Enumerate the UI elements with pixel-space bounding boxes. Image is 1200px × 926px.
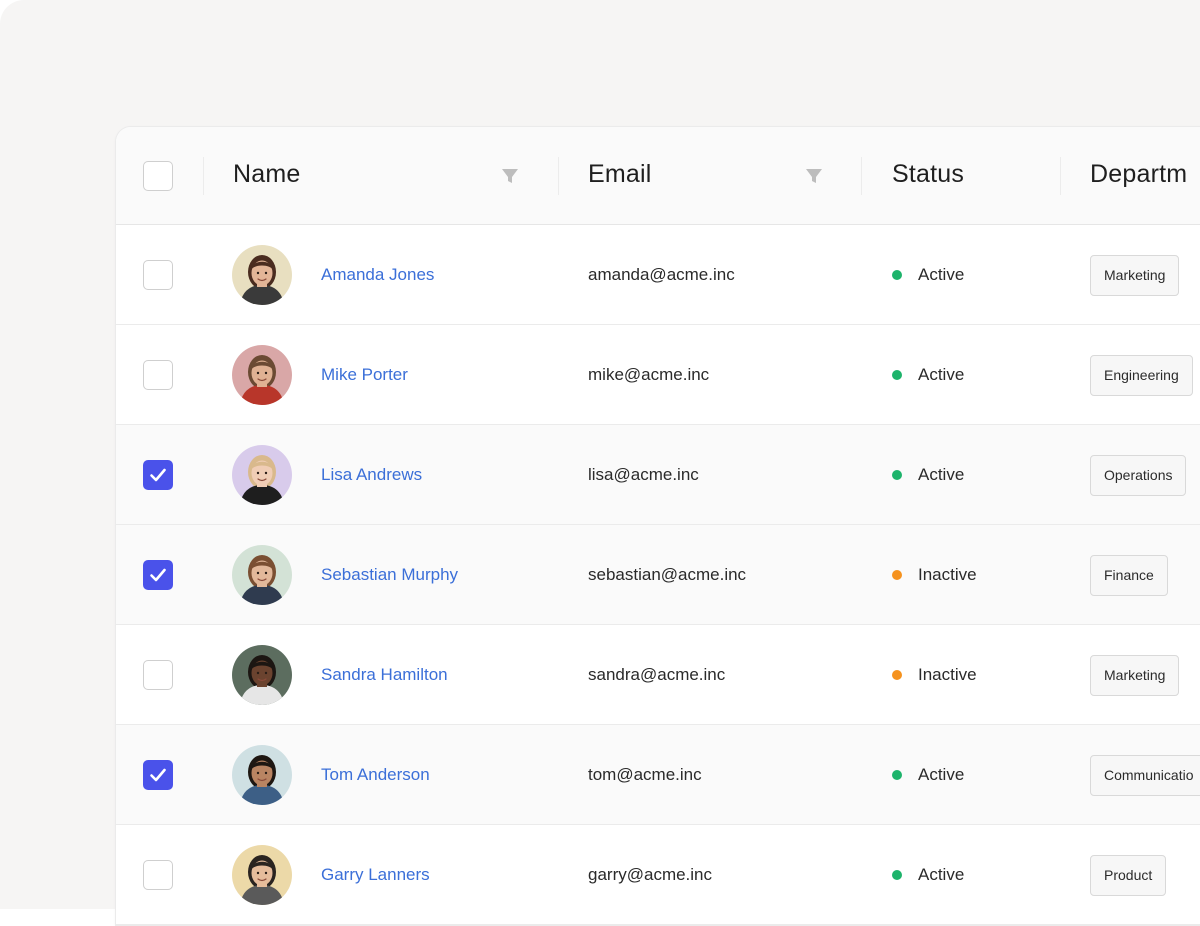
avatar (232, 445, 292, 505)
user-email: lisa@acme.inc (588, 465, 699, 484)
user-email: tom@acme.inc (588, 765, 702, 784)
department-badge: Finance (1090, 555, 1168, 596)
status-dot (892, 470, 902, 480)
column-divider (203, 157, 204, 195)
avatar (232, 845, 292, 905)
column-header-status[interactable]: Status (892, 160, 964, 189)
check-icon (150, 468, 166, 482)
avatar (232, 245, 292, 305)
status-label: Active (918, 265, 965, 284)
column-header-email[interactable]: Email (588, 160, 652, 189)
user-name-link[interactable]: Lisa Andrews (321, 465, 422, 485)
status-dot (892, 370, 902, 380)
status-label: Active (918, 865, 965, 884)
row-checkbox[interactable] (143, 860, 173, 890)
column-divider (1060, 157, 1061, 195)
department-badge: Product (1090, 855, 1167, 896)
row-checkbox[interactable] (143, 360, 173, 390)
table-row[interactable]: Garry Lanners garry@acme.inc Active Product (116, 825, 1200, 925)
row-checkbox[interactable] (143, 460, 173, 490)
column-header-name[interactable]: Name (233, 160, 301, 189)
check-icon (150, 568, 166, 582)
department-badge: Marketing (1090, 655, 1180, 696)
status-label: Inactive (918, 565, 977, 584)
user-name-link[interactable]: Sandra Hamilton (321, 665, 448, 685)
row-checkbox[interactable] (143, 660, 173, 690)
user-email: garry@acme.inc (588, 865, 713, 884)
avatar (232, 645, 292, 705)
department-badge: Communicatio (1090, 755, 1200, 796)
status-dot (892, 870, 902, 880)
user-email: sebastian@acme.inc (588, 565, 747, 584)
avatar (232, 545, 292, 605)
status-label: Active (918, 765, 965, 784)
avatar (232, 745, 292, 805)
table-row[interactable]: Sebastian Murphy sebastian@acme.inc Inacti… (116, 525, 1200, 625)
user-name-link[interactable]: Garry Lanners (321, 865, 430, 885)
status-dot (892, 670, 902, 680)
user-name-link[interactable]: Amanda Jones (321, 265, 434, 285)
row-checkbox[interactable] (143, 260, 173, 290)
status-label: Active (918, 365, 965, 384)
filter-icon[interactable] (501, 167, 519, 185)
table-row[interactable]: Sandra Hamilton sandra@acme.inc Inactive Ma… (116, 625, 1200, 725)
user-email: sandra@acme.inc (588, 665, 726, 684)
filter-icon[interactable] (805, 167, 823, 185)
column-divider (558, 157, 559, 195)
user-email: mike@acme.inc (588, 365, 710, 384)
column-header-department[interactable]: Departm (1090, 160, 1187, 189)
table-row[interactable]: Tom Anderson tom@acme.inc Active Communicat… (116, 725, 1200, 825)
status-dot (892, 270, 902, 280)
table-header: Name Email Status Departm (116, 127, 1200, 225)
user-name-link[interactable]: Tom Anderson (321, 765, 430, 785)
department-badge: Operations (1090, 455, 1187, 496)
select-all-checkbox[interactable] (143, 161, 173, 191)
table-row[interactable]: Mike Porter mike@acme.inc Active Engineerin… (116, 325, 1200, 425)
status-label: Active (918, 465, 965, 484)
avatar (232, 345, 292, 405)
check-icon (150, 768, 166, 782)
status-label: Inactive (918, 665, 977, 684)
table-row[interactable]: Lisa Andrews lisa@acme.inc Active Operation… (116, 425, 1200, 525)
row-checkbox[interactable] (143, 760, 173, 790)
users-table: Name Email Status Departm Amanda Jones am… (115, 126, 1200, 926)
table-row[interactable]: Amanda Jones amanda@acme.inc Active Marketi… (116, 225, 1200, 325)
row-checkbox[interactable] (143, 560, 173, 590)
department-badge: Engineering (1090, 355, 1193, 396)
user-email: amanda@acme.inc (588, 265, 735, 284)
status-dot (892, 770, 902, 780)
department-badge: Marketing (1090, 255, 1180, 296)
column-divider (861, 157, 862, 195)
status-dot (892, 570, 902, 580)
user-name-link[interactable]: Mike Porter (321, 365, 408, 385)
user-name-link[interactable]: Sebastian Murphy (321, 565, 458, 585)
